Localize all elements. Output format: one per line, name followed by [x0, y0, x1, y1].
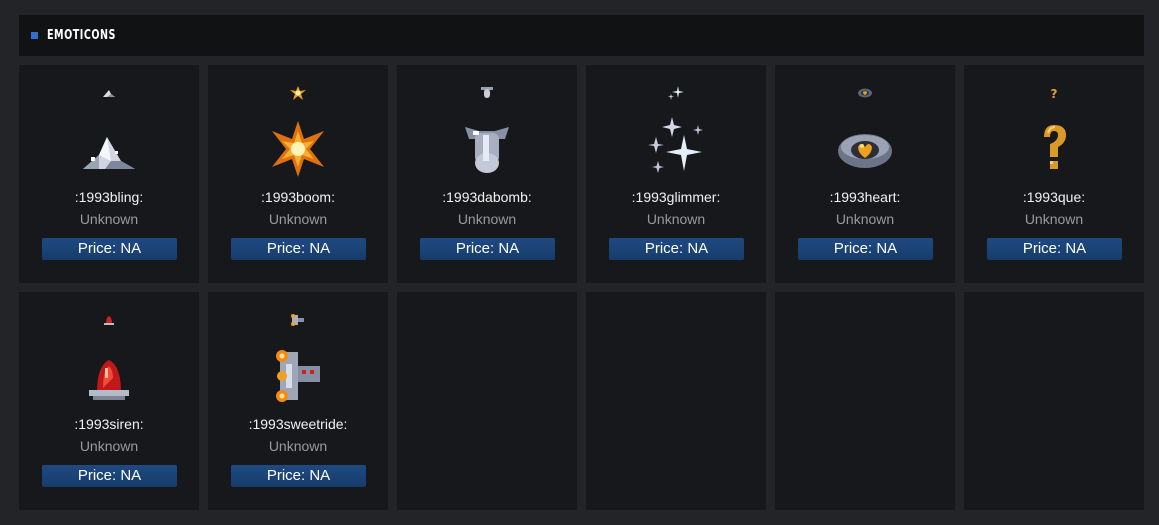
price-button[interactable]: Price: NA [609, 238, 744, 260]
emoticon-card[interactable]: :1993boom: Unknown Price: NA [208, 65, 388, 283]
emoticon-name: :1993heart: [829, 189, 901, 205]
bling-small-icon [99, 85, 119, 101]
emoticon-rarity: Unknown [79, 438, 139, 454]
emoticon-name: :1993dabomb: [442, 189, 532, 205]
section-bullet-icon [31, 32, 38, 39]
empty-card [397, 292, 577, 510]
emoticon-card[interactable]: :1993heart: Unknown Price: NA [775, 65, 955, 283]
bomb-small-icon [477, 85, 497, 101]
emoticon-card[interactable]: :1993sweetride: Unknown Price: NA [208, 292, 388, 510]
emoticon-card[interactable]: :1993bling: Unknown Price: NA [19, 65, 199, 283]
emoticon-rarity: Unknown [268, 438, 328, 454]
price-button[interactable]: Price: NA [42, 238, 177, 260]
price-button[interactable]: Price: NA [42, 465, 177, 487]
emoticon-grid: :1993bling: Unknown Price: NA :1993boom:… [19, 65, 1144, 510]
sweetride-small-icon [288, 312, 308, 328]
emoticon-rarity: Unknown [268, 211, 328, 227]
question-small-icon: ? [1044, 85, 1064, 101]
heart-icon [833, 117, 897, 181]
siren-icon [77, 344, 141, 408]
heart-small-icon [855, 85, 875, 101]
svg-text:?: ? [1051, 87, 1058, 101]
bling-icon [77, 117, 141, 181]
emoticon-name: :1993bling: [74, 189, 144, 205]
price-button[interactable]: Price: NA [798, 238, 933, 260]
empty-card [964, 292, 1144, 510]
price-button[interactable]: Price: NA [231, 238, 366, 260]
emoticon-name: :1993que: [1022, 189, 1086, 205]
price-button[interactable]: Price: NA [231, 465, 366, 487]
question-icon [1022, 117, 1086, 181]
emoticon-name: :1993glimmer: [631, 189, 721, 205]
boom-icon [266, 117, 330, 181]
emoticon-name: :1993sweetride: [248, 416, 348, 432]
empty-card [586, 292, 766, 510]
siren-small-icon [99, 312, 119, 328]
price-button[interactable]: Price: NA [420, 238, 555, 260]
glimmer-small-icon [666, 85, 686, 101]
bomb-icon [455, 117, 519, 181]
emoticon-card[interactable]: ? :1993que: Unknown Price: NA [964, 65, 1144, 283]
price-button[interactable]: Price: NA [987, 238, 1122, 260]
section-header: EMOTICONS [19, 15, 1144, 56]
emoticon-card[interactable]: :1993siren: Unknown Price: NA [19, 292, 199, 510]
emoticon-rarity: Unknown [79, 211, 139, 227]
boom-small-icon [288, 85, 308, 101]
emoticon-card[interactable]: :1993glimmer: Unknown Price: NA [586, 65, 766, 283]
emoticon-rarity: Unknown [646, 211, 706, 227]
sweetride-icon [266, 344, 330, 408]
emoticon-card[interactable]: :1993dabomb: Unknown Price: NA [397, 65, 577, 283]
emoticon-rarity: Unknown [835, 211, 895, 227]
emoticon-rarity: Unknown [457, 211, 517, 227]
glimmer-icon [644, 117, 708, 181]
emoticon-rarity: Unknown [1024, 211, 1084, 227]
emoticon-name: :1993boom: [261, 189, 335, 205]
section-title: EMOTICONS [47, 28, 116, 43]
empty-card [775, 292, 955, 510]
emoticon-name: :1993siren: [74, 416, 144, 432]
